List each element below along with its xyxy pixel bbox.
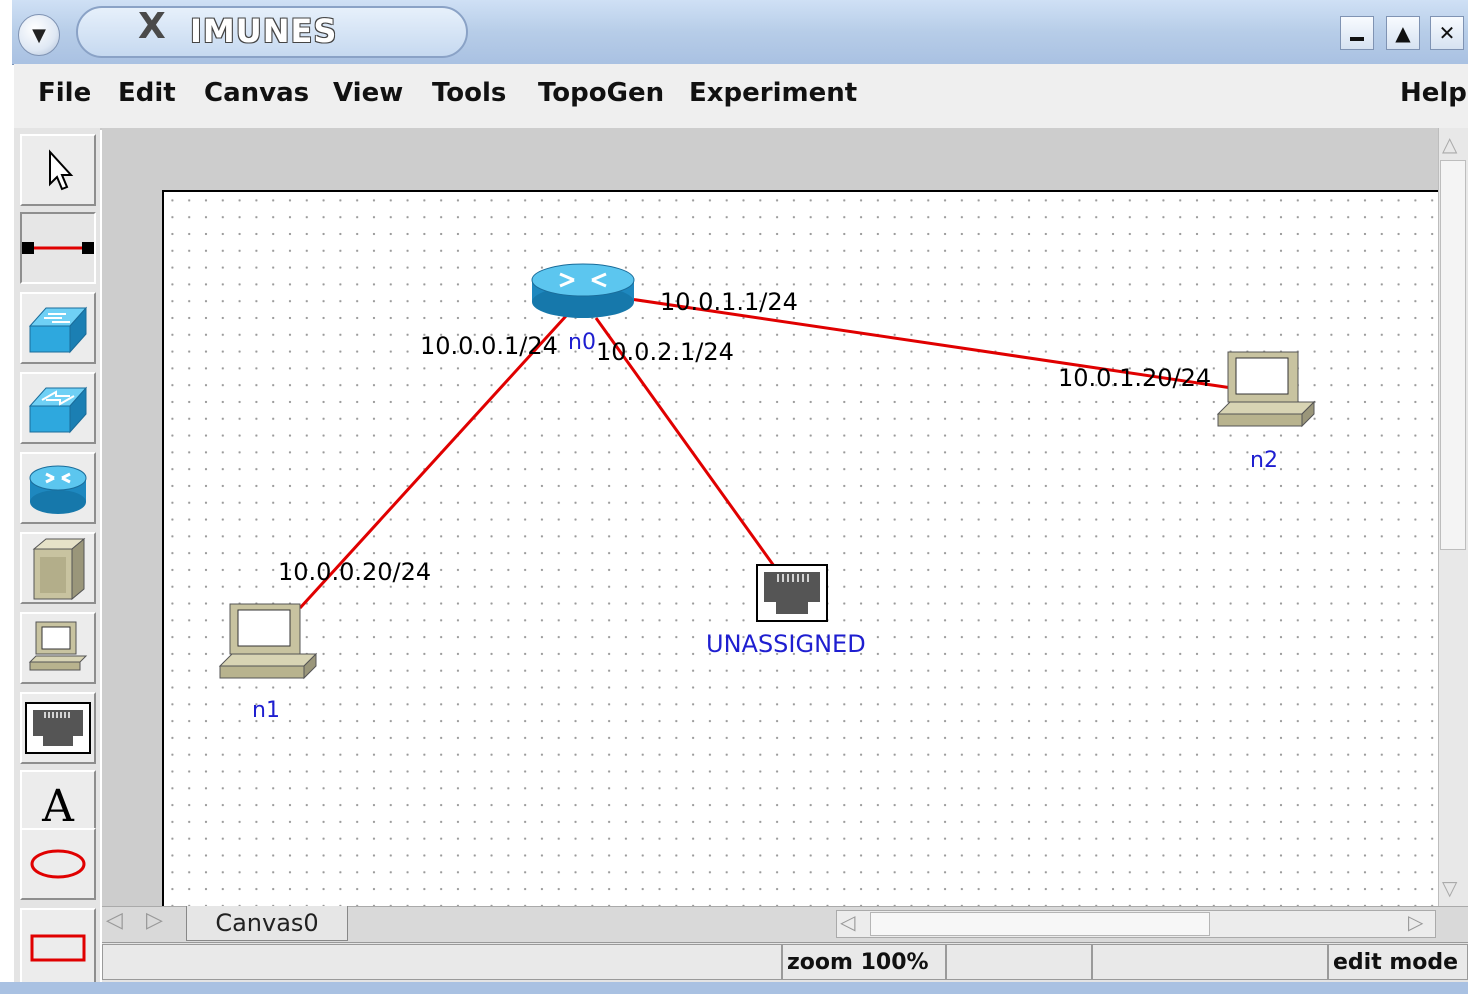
horizontal-scroll-thumb[interactable]	[870, 912, 1210, 936]
rj45-icon[interactable]	[756, 564, 828, 622]
scroll-up-icon[interactable]: △	[1442, 132, 1457, 156]
router-icon[interactable]	[530, 262, 636, 320]
address-label-n0-rj45: 10.0.2.1/24	[596, 338, 734, 366]
tab-prev-icon[interactable]: ◁	[106, 908, 123, 933]
address-label-n0-n2: 10.0.1.1/24	[660, 288, 798, 316]
scroll-down-icon[interactable]: ▽	[1442, 876, 1457, 900]
scroll-right-icon[interactable]: ▷	[1408, 910, 1423, 934]
pc-icon[interactable]	[1216, 348, 1316, 432]
status-cell-empty-3	[1092, 944, 1328, 980]
status-cell-empty-2	[946, 944, 1092, 980]
address-label-n1: 10.0.0.20/24	[278, 558, 432, 586]
status-zoom: zoom 100%	[782, 944, 946, 980]
pc-icon[interactable]	[218, 600, 318, 684]
tab-next-icon[interactable]: ▷	[146, 908, 163, 933]
node-label-n1[interactable]: n1	[252, 698, 280, 723]
vertical-scroll-thumb[interactable]	[1440, 160, 1466, 550]
node-label-n2[interactable]: n2	[1250, 448, 1278, 473]
address-label-n2: 10.0.1.20/24	[1058, 364, 1212, 392]
links-layer	[298, 294, 1233, 610]
window-bottom-border	[0, 982, 1468, 994]
scroll-left-icon[interactable]: ◁	[840, 910, 855, 934]
node-label-n0[interactable]: n0	[568, 330, 596, 355]
node-label-rj45[interactable]: UNASSIGNED	[706, 630, 866, 658]
address-label-n0-n1: 10.0.0.1/24	[420, 332, 558, 360]
tab-canvas0[interactable]: Canvas0	[186, 906, 348, 941]
status-mode: edit mode	[1328, 944, 1468, 980]
status-cell-empty-1	[102, 944, 782, 980]
